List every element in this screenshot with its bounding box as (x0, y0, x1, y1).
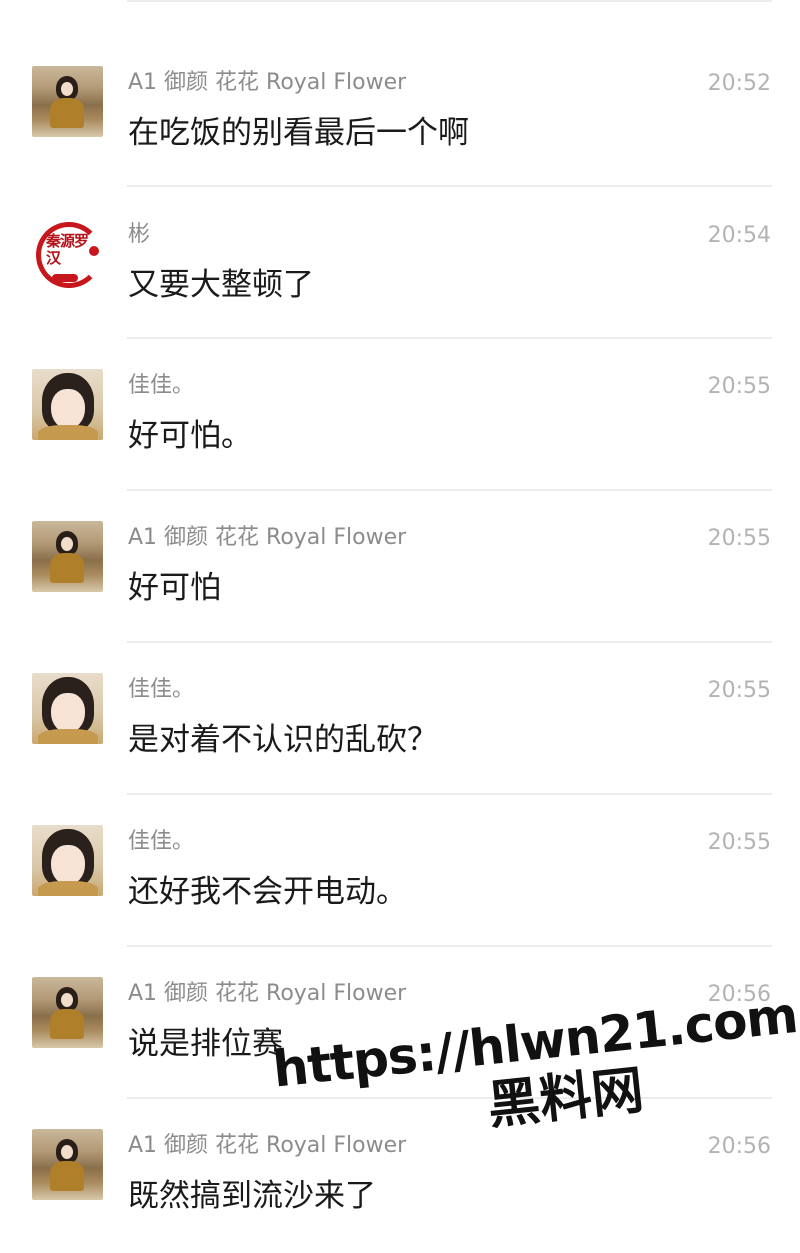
sender-name: 佳佳。 (128, 373, 195, 398)
message-time: 20:55 (707, 526, 771, 551)
sender-name: 佳佳。 (128, 829, 195, 854)
divider (127, 337, 772, 339)
sender-name: 彬 (128, 222, 151, 247)
message-text: 是对着不认识的乱砍？ (128, 722, 438, 758)
divider (127, 185, 772, 187)
girl-portrait-avatar[interactable] (32, 825, 103, 896)
sender-name: 佳佳。 (128, 677, 195, 702)
message-time: 20:55 (707, 374, 771, 399)
message-text: 好可怕 (128, 570, 221, 606)
sender-name: A1 御颜 花花 Royal Flower (128, 70, 407, 95)
girl-dancing-avatar[interactable] (32, 521, 103, 592)
message-text: 既然搞到流沙来了 (128, 1178, 376, 1214)
message-time: 20:55 (707, 830, 771, 855)
divider (127, 0, 772, 2)
girl-portrait-avatar[interactable] (32, 673, 103, 744)
message-item[interactable]: 佳佳。 20:55 好可怕。 (0, 369, 800, 521)
girl-dancing-avatar[interactable] (32, 66, 103, 137)
message-item[interactable]: A1 御颜 花花 Royal Flower 20:52 在吃饭的别看最后一个啊 (0, 66, 800, 218)
message-text: 说是排位赛 (128, 1026, 283, 1062)
qinyuan-luohan-logo-avatar[interactable]: 秦源罗汉 (32, 218, 103, 289)
message-time: 20:54 (707, 223, 771, 248)
message-item[interactable]: 佳佳。 20:55 是对着不认识的乱砍？ (0, 673, 800, 825)
sender-name: A1 御颜 花花 Royal Flower (128, 981, 407, 1006)
message-text: 还好我不会开电动。 (128, 874, 407, 910)
message-item[interactable]: A1 御颜 花花 Royal Flower 20:56 说是排位赛 (0, 977, 800, 1129)
sender-name: A1 御颜 花花 Royal Flower (128, 1133, 407, 1158)
divider (127, 641, 772, 643)
girl-dancing-avatar[interactable] (32, 1129, 103, 1200)
divider (127, 945, 772, 947)
message-time: 20:55 (707, 678, 771, 703)
message-item[interactable]: A1 御颜 花花 Royal Flower 20:56 既然搞到流沙来了 (0, 1129, 800, 1253)
sender-name: A1 御颜 花花 Royal Flower (128, 525, 407, 550)
message-item[interactable]: 秦源罗汉 彬 20:54 又要大整顿了 (0, 218, 800, 370)
divider (127, 1097, 772, 1099)
divider (127, 489, 772, 491)
message-time: 20:56 (707, 1134, 771, 1159)
message-item[interactable]: A1 御颜 花花 Royal Flower 20:55 好可怕 (0, 521, 800, 673)
girl-portrait-avatar[interactable] (32, 369, 103, 440)
message-text: 好可怕。 (128, 418, 252, 454)
message-time: 20:52 (707, 71, 771, 96)
girl-dancing-avatar[interactable] (32, 977, 103, 1048)
message-item[interactable]: 佳佳。 20:55 还好我不会开电动。 (0, 825, 800, 977)
message-text: 在吃饭的别看最后一个啊 (128, 115, 469, 151)
message-text: 又要大整顿了 (128, 267, 314, 303)
chat-message-list: A1 御颜 花花 Royal Flower 20:52 在吃饭的别看最后一个啊 … (0, 0, 800, 1253)
message-time: 20:56 (707, 982, 771, 1007)
divider (127, 793, 772, 795)
